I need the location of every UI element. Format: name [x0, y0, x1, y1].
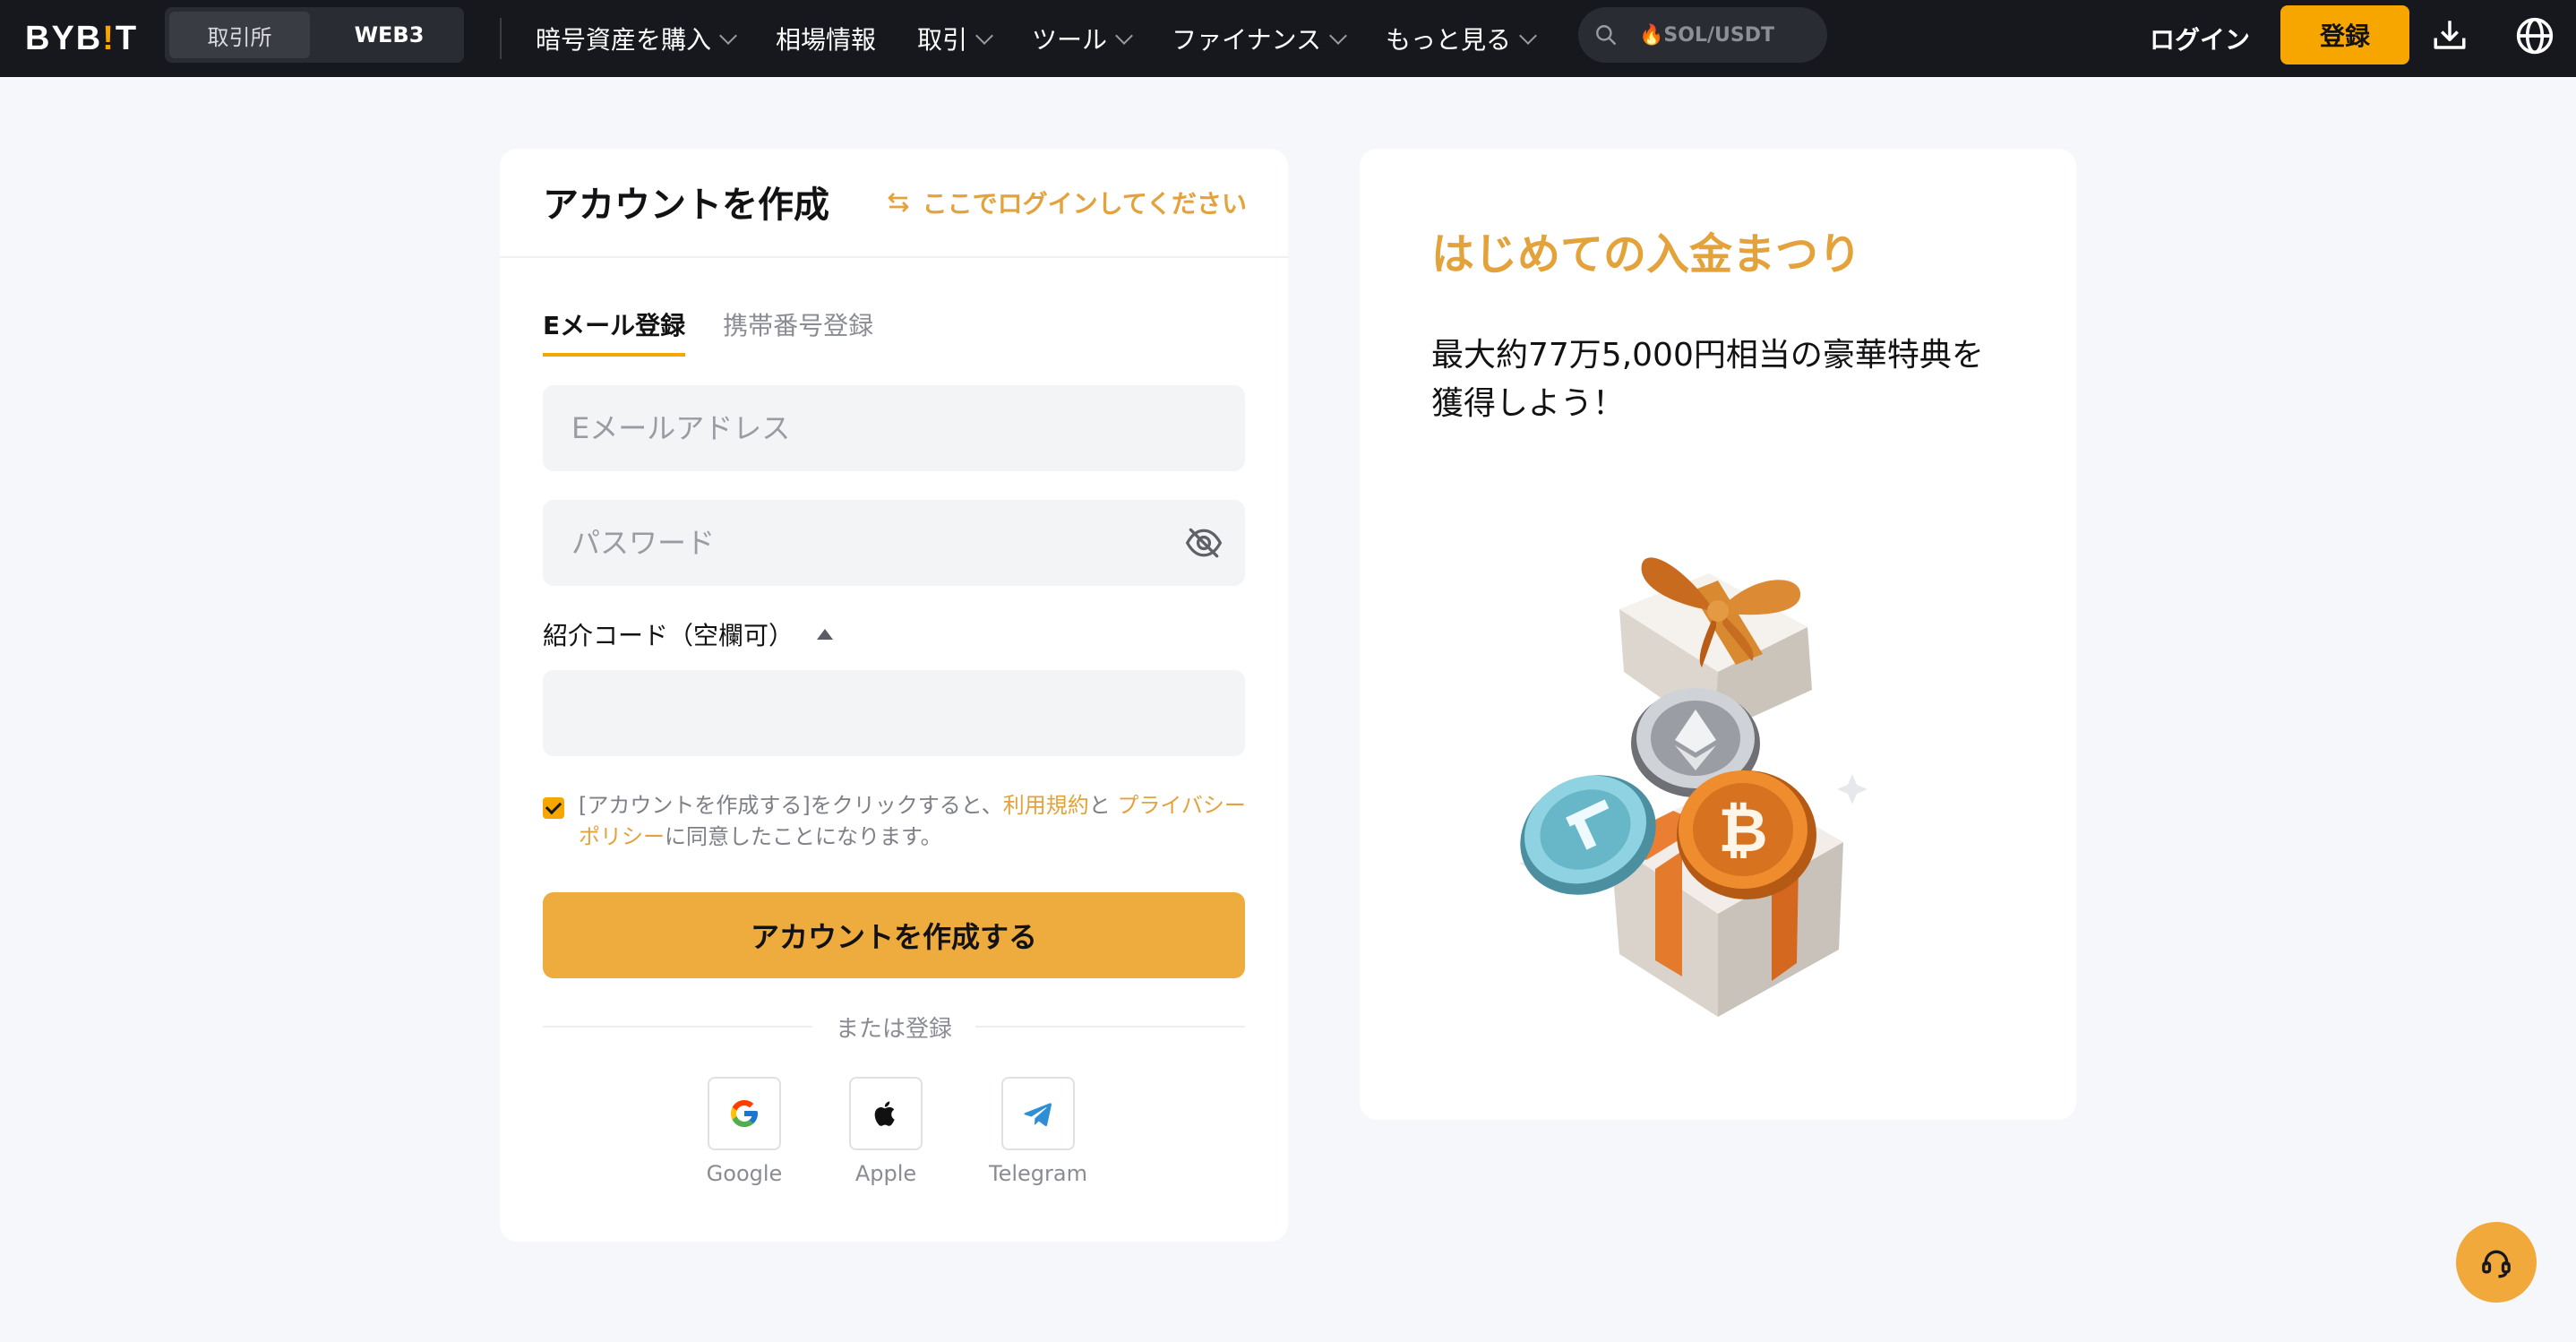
search-icon [1596, 25, 1616, 45]
logo-text-left: BYB [25, 19, 103, 57]
caret-up-icon [817, 629, 834, 640]
referral-field-wrapper [543, 670, 1245, 756]
nav-login-link[interactable]: ログイン [2150, 18, 2250, 59]
signup-header: アカウントを作成 ここでログインしてください [500, 149, 1288, 258]
nav-tools-label: ツール [1032, 25, 1108, 55]
nav-tools[interactable]: ツール [1032, 21, 1133, 56]
svg-text:₿: ₿ [1718, 796, 1767, 866]
nav-trade-label: 取引 [917, 25, 968, 55]
terms-agreement: [アカウントを作成する]をクリックすると、利用規約と プライバシーポリシーに同意… [543, 790, 1259, 853]
telegram-button[interactable] [1001, 1077, 1075, 1150]
telegram-icon [1024, 1103, 1052, 1127]
logo-text-bang: ! [102, 19, 116, 57]
nav-register-button[interactable]: 登録 [2280, 5, 2409, 65]
login-here-label: ここでログインしてください [922, 189, 1247, 219]
nav-buy-crypto[interactable]: 暗号資産を購入 [536, 21, 737, 56]
divider-line-right [975, 1026, 1246, 1028]
or-divider: または登録 [543, 1009, 1246, 1045]
apple-icon [874, 1101, 895, 1126]
download-icon[interactable] [2431, 16, 2469, 54]
support-chat-button[interactable] [2456, 1222, 2537, 1303]
google-label: Google [706, 1161, 783, 1186]
google-icon [731, 1100, 758, 1127]
social-google: Google [695, 1077, 794, 1186]
terms-and: と [1088, 793, 1118, 818]
main-nav: 暗号資産を購入 相場情報 取引 ツール ファイナンス もっと見る [536, 0, 1576, 77]
mode-tab-exchange[interactable]: 取引所 [169, 12, 310, 58]
chevron-down-icon [1115, 27, 1133, 45]
terms-prefix: [アカウントを作成する]をクリックすると、 [579, 793, 1003, 818]
nav-buy-crypto-label: 暗号資産を購入 [536, 25, 712, 55]
nav-trade[interactable]: 取引 [917, 21, 993, 56]
apple-button[interactable] [849, 1077, 923, 1150]
email-field[interactable] [543, 385, 1245, 471]
nav-more[interactable]: もっと見る [1385, 21, 1537, 56]
terms-of-use-link[interactable]: 利用規約 [1003, 793, 1089, 818]
nav-finance-label: ファイナンス [1172, 25, 1321, 55]
promo-text: 最大約77万5,000円相当の豪華特典を獲得しよう！ [1431, 337, 1984, 422]
terms-checkbox[interactable] [543, 797, 564, 819]
tab-email[interactable]: Eメール登録 [543, 306, 686, 357]
promo-title: はじめての入金まつり [1431, 229, 1862, 280]
referral-toggle[interactable]: 紹介コード（空欄可） [543, 616, 834, 652]
password-field-wrapper [543, 500, 1245, 586]
referral-code-field[interactable] [543, 670, 1245, 756]
mode-switch: 取引所 WEB3 [165, 7, 464, 63]
login-here-link[interactable]: ここでログインしてください [885, 185, 1247, 220]
nav-markets[interactable]: 相場情報 [776, 21, 876, 56]
apple-label: Apple [854, 1161, 917, 1186]
signup-method-tabs: Eメール登録 携帯番号登録 [543, 306, 911, 357]
terms-suffix: に同意したことになります。 [665, 824, 942, 849]
logo-text-right: T [115, 19, 139, 57]
search-box[interactable]: 🔥SOL/USDT [1578, 7, 1827, 63]
nav-divider [500, 18, 502, 59]
chevron-down-icon [1519, 27, 1537, 45]
social-telegram: Telegram [989, 1077, 1087, 1186]
signup-card: アカウントを作成 ここでログインしてください Eメール登録 携帯番号登録 紹介コ… [500, 149, 1288, 1242]
referral-label: 紹介コード（空欄可） [543, 621, 794, 650]
gift-coins-illustration: ₿ [1519, 557, 1868, 1017]
chevron-down-icon [975, 27, 993, 45]
chevron-down-icon [719, 27, 737, 45]
chevron-down-icon [1329, 27, 1347, 45]
nav-finance[interactable]: ファイナンス [1172, 21, 1347, 56]
nav-markets-label: 相場情報 [776, 25, 877, 55]
top-nav-bar: BYB! T 取引所 WEB3 暗号資産を購入 相場情報 取引 ツール ファイナン… [0, 0, 2576, 77]
swap-icon [888, 193, 909, 212]
create-account-button[interactable]: アカウントを作成する [543, 892, 1245, 978]
nav-more-label: もっと見る [1385, 25, 1511, 55]
divider-line-left [543, 1026, 812, 1028]
terms-text: [アカウントを作成する]をクリックすると、利用規約と プライバシーポリシーに同意… [579, 790, 1259, 853]
globe-icon[interactable] [2515, 16, 2555, 56]
headset-icon [2482, 1250, 2511, 1278]
password-field[interactable] [543, 500, 1245, 586]
tab-phone[interactable]: 携帯番号登録 [723, 306, 873, 357]
email-field-wrapper [543, 385, 1245, 471]
eye-off-icon[interactable] [1184, 523, 1224, 563]
page-title: アカウントを作成 [543, 185, 829, 226]
search-hint: 🔥SOL/USDT [1639, 23, 1774, 47]
or-register-label: または登録 [836, 1015, 953, 1043]
bybit-logo[interactable]: BYB! T [25, 16, 138, 61]
mode-tab-web3[interactable]: WEB3 [319, 12, 459, 58]
social-apple: Apple [837, 1077, 935, 1186]
telegram-label: Telegram [989, 1161, 1087, 1186]
google-button[interactable] [708, 1077, 781, 1150]
promo-card: はじめての入金まつり 最大約77万5,000円相当の豪華特典を獲得しよう！ ₿ [1360, 149, 2076, 1120]
